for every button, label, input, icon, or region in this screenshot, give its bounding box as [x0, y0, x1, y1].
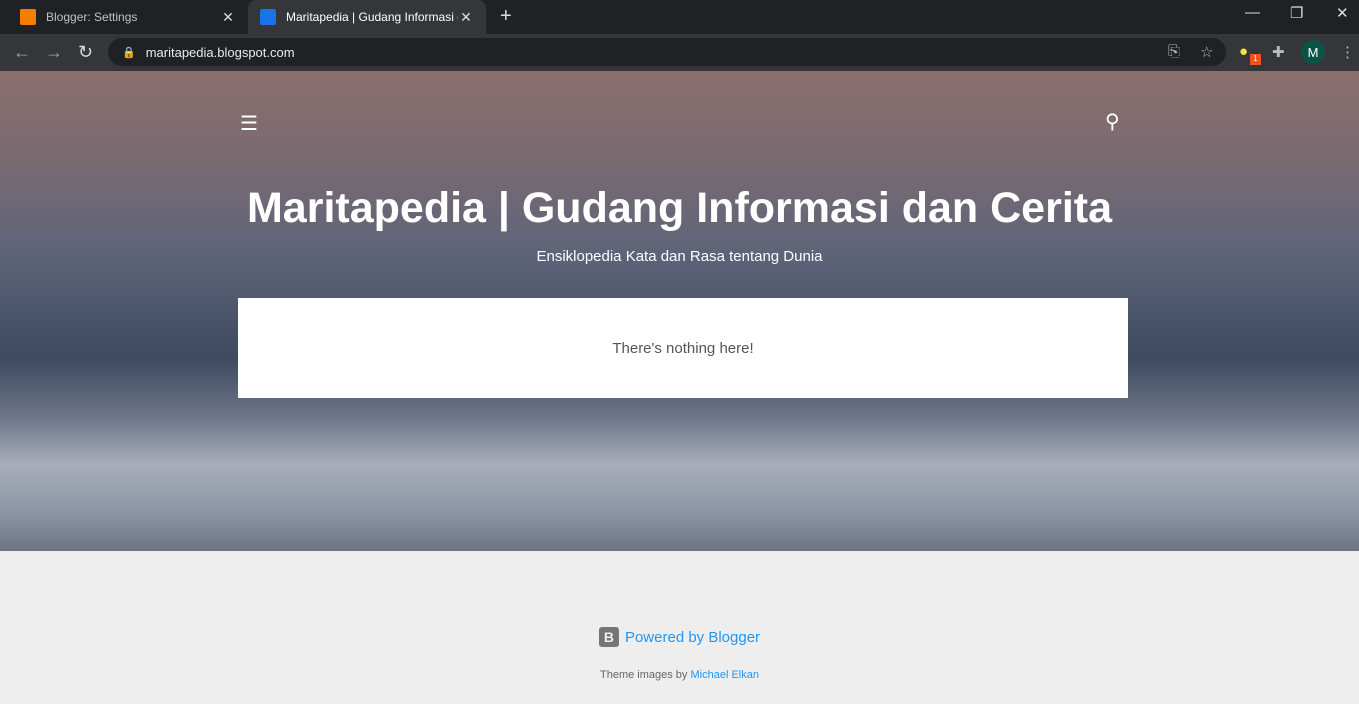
theme-credit: Theme images by Michael Elkan [0, 669, 1359, 681]
credit-prefix: Theme images by [600, 669, 688, 681]
blog-title[interactable]: Maritapedia | Gudang Informasi dan Cerit… [0, 184, 1359, 233]
extension-bulb-icon[interactable]: ● [1239, 43, 1248, 60]
url-text: maritapedia.blogspot.com [145, 44, 295, 60]
search-icon[interactable]: ⚲ [1105, 109, 1120, 134]
reload-icon[interactable]: ↻ [78, 42, 93, 63]
close-window-icon[interactable]: ✕ [1336, 4, 1349, 22]
close-tab-icon[interactable]: ✕ [458, 9, 474, 26]
posts-container: There's nothing here! [238, 298, 1128, 398]
menu-kebab-icon[interactable]: ⋮ [1340, 43, 1355, 61]
blogger-logo-icon: B [598, 627, 619, 647]
close-tab-icon[interactable]: ✕ [220, 9, 236, 26]
site-favicon-icon [260, 9, 276, 25]
address-bar[interactable]: 🔒 maritapedia.blogspot.com [108, 38, 1226, 66]
empty-message: There's nothing here! [612, 340, 754, 357]
extension-badge: 1 [1250, 54, 1261, 65]
powered-by-text: Powered by Blogger [624, 628, 761, 646]
blogger-favicon-icon [20, 9, 36, 25]
translate-icon[interactable]: ⎘ [1168, 43, 1180, 60]
tab-title: Blogger: Settings [46, 10, 138, 24]
minimize-icon[interactable]: — [1245, 4, 1260, 21]
hamburger-menu-icon[interactable]: ☰ [240, 111, 258, 136]
restore-icon[interactable]: ❐ [1290, 4, 1303, 22]
back-icon[interactable]: ← [13, 42, 31, 63]
profile-avatar[interactable]: M [1301, 40, 1325, 64]
credit-author-link[interactable]: Michael Elkan [691, 669, 759, 681]
bookmark-star-icon[interactable]: ☆ [1200, 43, 1213, 61]
tab-maritapedia[interactable]: Maritapedia | Gudang Informasi dan Cerit… [248, 0, 486, 34]
forward-icon[interactable]: → [45, 42, 63, 63]
extensions-puzzle-icon[interactable]: ✚ [1272, 43, 1285, 61]
lock-icon: 🔒 [122, 46, 136, 59]
tab-blogger-settings[interactable]: Blogger: Settings ✕ [8, 0, 248, 34]
blog-subtitle: Ensiklopedia Kata dan Rasa tentang Dunia [536, 248, 823, 265]
blog-header: ☰ ⚲ Maritapedia | Gudang Informasi dan C… [0, 71, 1359, 551]
browser-toolbar: ← → ↻ 🔒 maritapedia.blogspot.com ⎘ ☆ ● 1… [0, 34, 1359, 71]
tab-title: Maritapedia | Gudang Informasi dan Cerit… [286, 10, 458, 24]
new-tab-icon[interactable]: + [500, 5, 512, 28]
tab-bar: Blogger: Settings ✕ Maritapedia | Gudang… [0, 0, 1359, 34]
powered-by-link[interactable]: B Powered by Blogger [0, 627, 1359, 647]
